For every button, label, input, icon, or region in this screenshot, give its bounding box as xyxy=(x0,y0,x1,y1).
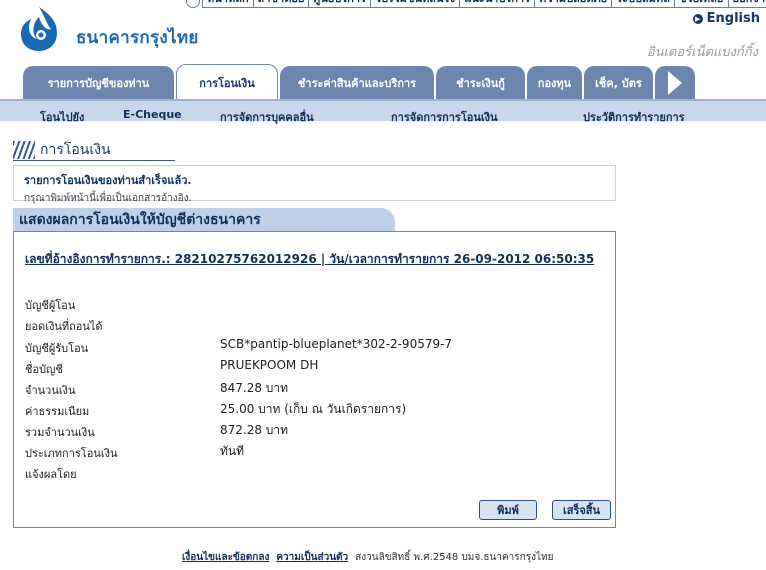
success-message-box: รายการโอนเงินของท่านสำเร็จแล้ว. กรุณาพิม… xyxy=(13,165,616,204)
success-title: รายการโอนเงินของท่านสำเร็จแล้ว. xyxy=(24,174,192,187)
top-link-promotions[interactable]: โปรโมชั่นที่สนใจ xyxy=(370,0,460,8)
value-fee: 25.00 บาท (เก็บ ณ วันเกิดรายการ) xyxy=(220,402,407,416)
footer-privacy-link[interactable]: ความเป็นส่วนตัว xyxy=(276,550,348,565)
label-total-amount: รวมจำนวนเงิน xyxy=(25,426,95,439)
reference-line: เลขที่อ้างอิงการทำรายการ.: 2821027576201… xyxy=(25,252,595,266)
top-link-security[interactable]: ความปลอดภัย xyxy=(534,0,612,8)
english-label: English xyxy=(706,11,760,26)
top-links-bar: หน้าหลัก สาขาต่อย ศูนย์บริการ โปรโมชั่นท… xyxy=(186,0,766,8)
top-link-home[interactable]: หน้าหลัก xyxy=(202,0,253,8)
main-tabs: รายการบัญชีของท่าน การโอนเงิน ชำระค่าสิน… xyxy=(23,64,697,100)
sub-nav: โอนไปยัง E-Cheque การจัดการบุคคลอื่น การ… xyxy=(0,99,766,124)
value-total-amount: 872.28 บาท xyxy=(220,423,289,437)
footer: เงื่อนไขและข้อตกลง ความเป็นส่วนตัว สงวนล… xyxy=(182,550,553,565)
right-arrow-icon: ▶ xyxy=(692,13,703,24)
tab-bill-payment[interactable]: ชำระค่าสินค้าและบริการ xyxy=(280,66,434,100)
internet-banking-tagline: อินเตอร์เน็ตแบงก์กิ้ง xyxy=(646,45,758,60)
result-panel-header: แสดงผลการโอนเงินให้บัญชีต่างธนาคาร xyxy=(13,208,395,232)
top-link-branches[interactable]: สาขาต่อย xyxy=(252,0,309,8)
label-transfer-type: ประเภทการโอนเงิน xyxy=(25,447,118,460)
tab-cheque-card[interactable]: เช็ค, บัตร xyxy=(584,66,653,100)
bird-logo-icon xyxy=(21,7,57,51)
right-arrow-icon xyxy=(668,71,682,95)
result-title: แสดงผลการโอนเงินให้บัญชีต่างธนาคาร xyxy=(19,212,261,228)
page-title-bar: การโอนเงิน xyxy=(13,139,175,161)
label-amount: จำนวนเงิน xyxy=(25,384,76,397)
label-fee: ค่าธรรมเนียม xyxy=(25,405,90,418)
stripes-icon xyxy=(13,140,35,159)
tab-transfer[interactable]: การโอนเงิน xyxy=(176,64,278,100)
top-link-services[interactable]: แนะนำบริการ xyxy=(459,0,535,8)
bank-name: ธนาคารกรุงไทย xyxy=(76,28,199,48)
success-subtitle: กรุณาพิมพ์หน้านี้เพื่อเป็นเอกสารอ้างอิง. xyxy=(24,193,192,204)
done-button[interactable]: เสร็จสิ้น xyxy=(552,500,611,520)
subnav-history[interactable]: ประวัติการทำรายการ xyxy=(583,108,685,126)
tab-loan-payment[interactable]: ชำระเงินกู้ xyxy=(436,66,525,100)
subnav-manage-others[interactable]: การจัดการบุคคลอื่น xyxy=(220,108,314,126)
top-link-help[interactable]: ช่วยเหลือ xyxy=(674,0,728,8)
home-circle-icon[interactable] xyxy=(186,0,200,8)
value-account-name: PRUEKPOOM DH xyxy=(220,358,319,372)
label-from-account: บัญชีผู้โอน xyxy=(25,299,76,312)
result-panel: เลขที่อ้างอิงการทำรายการ.: 2821027576201… xyxy=(13,231,616,528)
print-button[interactable]: พิมพ์ xyxy=(479,500,537,520)
footer-copyright: สงวนลิขสิทธิ์ พ.ศ.2548 บมจ.ธนาคารกรุงไทย xyxy=(355,552,554,563)
top-link-contact[interactable]: ระบบสัมคส์ xyxy=(611,0,675,8)
tab-more-arrow[interactable] xyxy=(655,66,695,100)
tab-funds[interactable]: กองทุน xyxy=(527,66,582,100)
value-to-account: SCB*pantip-blueplanet*302-2-90579-7 xyxy=(220,337,453,351)
label-account-name: ชื่อบัญชี xyxy=(25,363,63,376)
english-link[interactable]: ▶ English xyxy=(692,11,760,26)
tab-accounts[interactable]: รายการบัญชีของท่าน xyxy=(23,66,174,100)
top-link-service-center[interactable]: ศูนย์บริการ xyxy=(308,0,370,8)
page-title: การโอนเงิน xyxy=(40,141,111,158)
label-available-balance: ยอดเงินที่ถอนได้ xyxy=(25,320,103,333)
subnav-manage-transfers[interactable]: การจัดการการโอนเงิน xyxy=(391,108,498,126)
value-amount: 847.28 บาท xyxy=(220,381,289,395)
footer-terms-link[interactable]: เงื่อนไขและข้อตกลง xyxy=(182,550,269,565)
subnav-echeque[interactable]: E-Cheque xyxy=(123,108,182,121)
top-link-logout[interactable]: ออกจากระบบ xyxy=(727,0,766,8)
label-notify-by: แจ้งผลโดย xyxy=(25,468,77,481)
subnav-transfer-to[interactable]: โอนไปยัง xyxy=(40,108,84,126)
label-to-account: บัญชีผู้รับโอน xyxy=(25,342,89,355)
value-transfer-type: ทันที xyxy=(220,444,245,458)
